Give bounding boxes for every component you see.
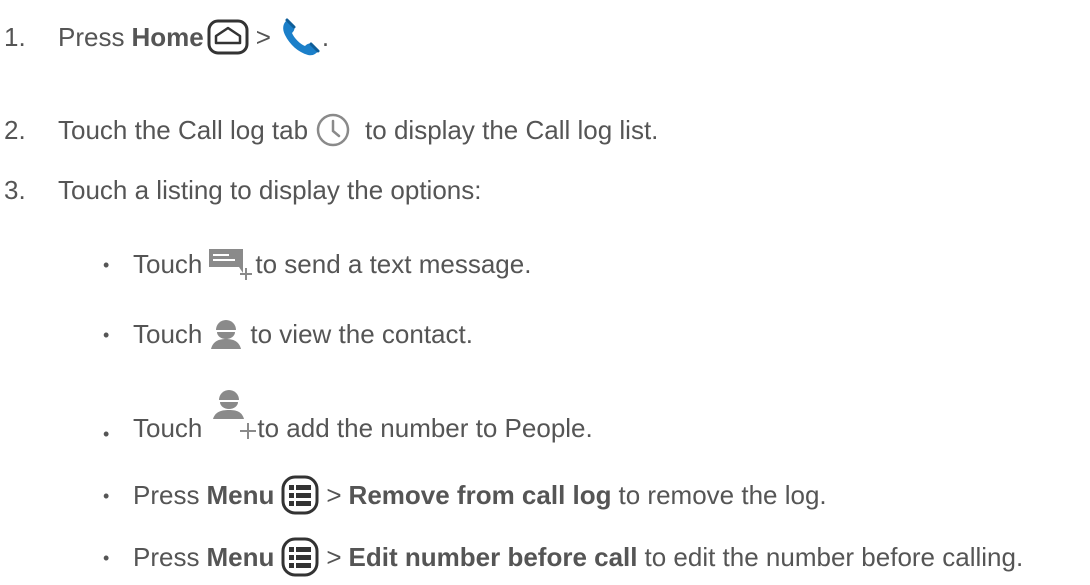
step-text: Touch a listing to display the options:: [58, 174, 482, 205]
step-2: 2. Touch the Call log tab to display the…: [0, 108, 658, 152]
contact-icon: [209, 317, 243, 351]
period: .: [321, 21, 330, 52]
separator: >: [255, 21, 271, 52]
new-message-icon: [209, 247, 255, 281]
home-label: Home: [131, 21, 204, 52]
option-remove-from-log: • Press Menu > Remove from call log to r…: [0, 468, 827, 522]
step-1: 1. Press Home > .: [0, 8, 329, 66]
bullet: •: [103, 254, 110, 275]
bullet: •: [103, 485, 110, 506]
menu-label: Menu: [206, 479, 275, 510]
step-number: 1.: [4, 21, 26, 52]
phone-icon: [278, 15, 322, 59]
option-view-contact: • Touch to view the contact.: [0, 310, 473, 358]
step-text: to display the Call log list.: [365, 114, 659, 145]
bullet: •: [103, 424, 110, 444]
home-icon: [207, 19, 249, 55]
action-label: Edit number before call: [348, 541, 638, 572]
menu-label: Menu: [206, 541, 275, 572]
option-edit-number: • Press Menu > Edit number before call t…: [0, 530, 1023, 584]
option-send-message: • Touch to send a text message.: [0, 240, 531, 288]
option-suffix: to view the contact.: [250, 318, 473, 349]
step-number: 2.: [4, 114, 26, 145]
separator: >: [326, 541, 342, 572]
option-prefix: Press: [133, 479, 200, 510]
clock-icon: [315, 112, 351, 148]
separator: >: [326, 479, 342, 510]
bullet: •: [103, 547, 110, 568]
option-prefix: Press: [133, 541, 200, 572]
menu-icon: [281, 475, 319, 515]
bullet: •: [103, 324, 110, 345]
option-suffix: to edit the number before calling.: [644, 541, 1024, 572]
option-prefix: Touch: [133, 318, 203, 349]
menu-icon: [281, 537, 319, 577]
step-text: Touch the Call log tab: [58, 114, 309, 145]
option-add-contact: • Touch to add the number to People.: [0, 378, 593, 458]
press-text: Press: [58, 21, 125, 52]
option-prefix: Touch: [133, 248, 203, 279]
option-prefix: Touch: [133, 413, 203, 443]
option-suffix: to send a text message.: [255, 248, 532, 279]
step-number: 3.: [4, 174, 26, 205]
option-suffix: to remove the log.: [618, 479, 827, 510]
add-contact-icon: [209, 387, 257, 449]
option-suffix: to add the number to People.: [257, 413, 593, 443]
step-3: 3. Touch a listing to display the option…: [0, 170, 481, 210]
action-label: Remove from call log: [348, 479, 612, 510]
